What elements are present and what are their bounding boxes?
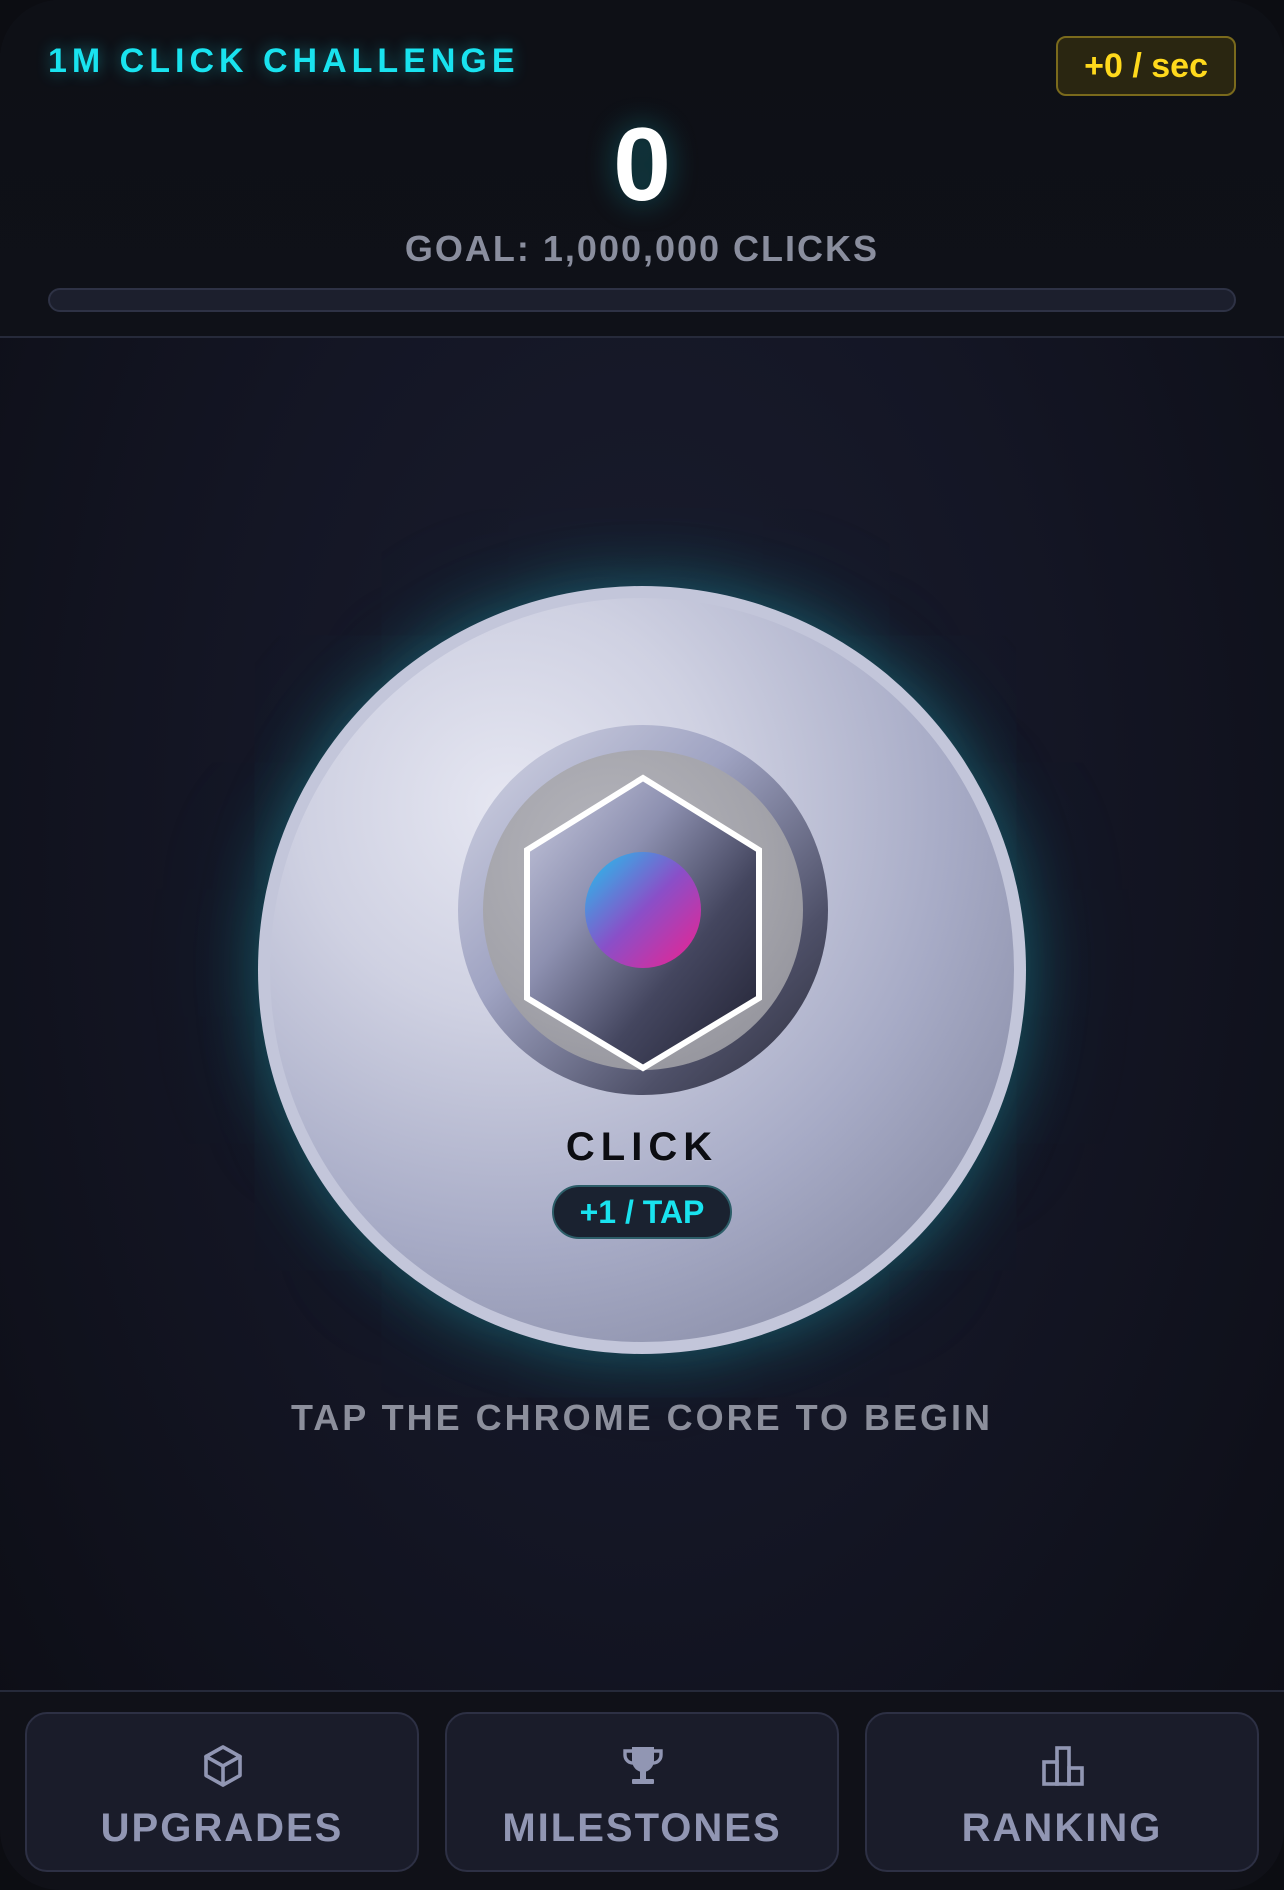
progress-bar: [48, 288, 1236, 312]
nav-milestones-button[interactable]: MILESTONES: [445, 1712, 839, 1872]
nav-upgrades-label: UPGRADES: [100, 1806, 344, 1850]
nav-ranking-label: RANKING: [961, 1806, 1163, 1850]
hexagon-core-icon: [524, 774, 762, 1072]
core-click-label: CLICK: [565, 1125, 719, 1169]
nav-upgrades-button[interactable]: UPGRADES: [25, 1712, 419, 1872]
rate-per-second-badge: +0 / sec: [1056, 36, 1236, 96]
app-screen: 1M CLICK CHALLENGE +0 / sec 0 GOAL: 1,00…: [0, 0, 1284, 1890]
nav-ranking-button[interactable]: RANKING: [865, 1712, 1259, 1872]
nav-milestones-label: MILESTONES: [502, 1806, 782, 1850]
start-hint: TAP THE CHROME CORE TO BEGIN: [290, 1397, 994, 1438]
header: 1M CLICK CHALLENGE +0 / sec 0 GOAL: 1,00…: [0, 0, 1284, 338]
per-tap-badge: +1 / TAP: [552, 1185, 732, 1239]
click-counter: 0: [613, 107, 671, 223]
goal-text: GOAL: 1,000,000 CLICKS: [404, 228, 880, 269]
cube-icon: [204, 1745, 242, 1787]
podium-icon: [1042, 1746, 1084, 1786]
bottom-nav: UPGRADES MILESTONES RANKING: [0, 1690, 1284, 1890]
app-title: 1M CLICK CHALLENGE: [48, 42, 520, 80]
trophy-icon: [623, 1747, 663, 1784]
